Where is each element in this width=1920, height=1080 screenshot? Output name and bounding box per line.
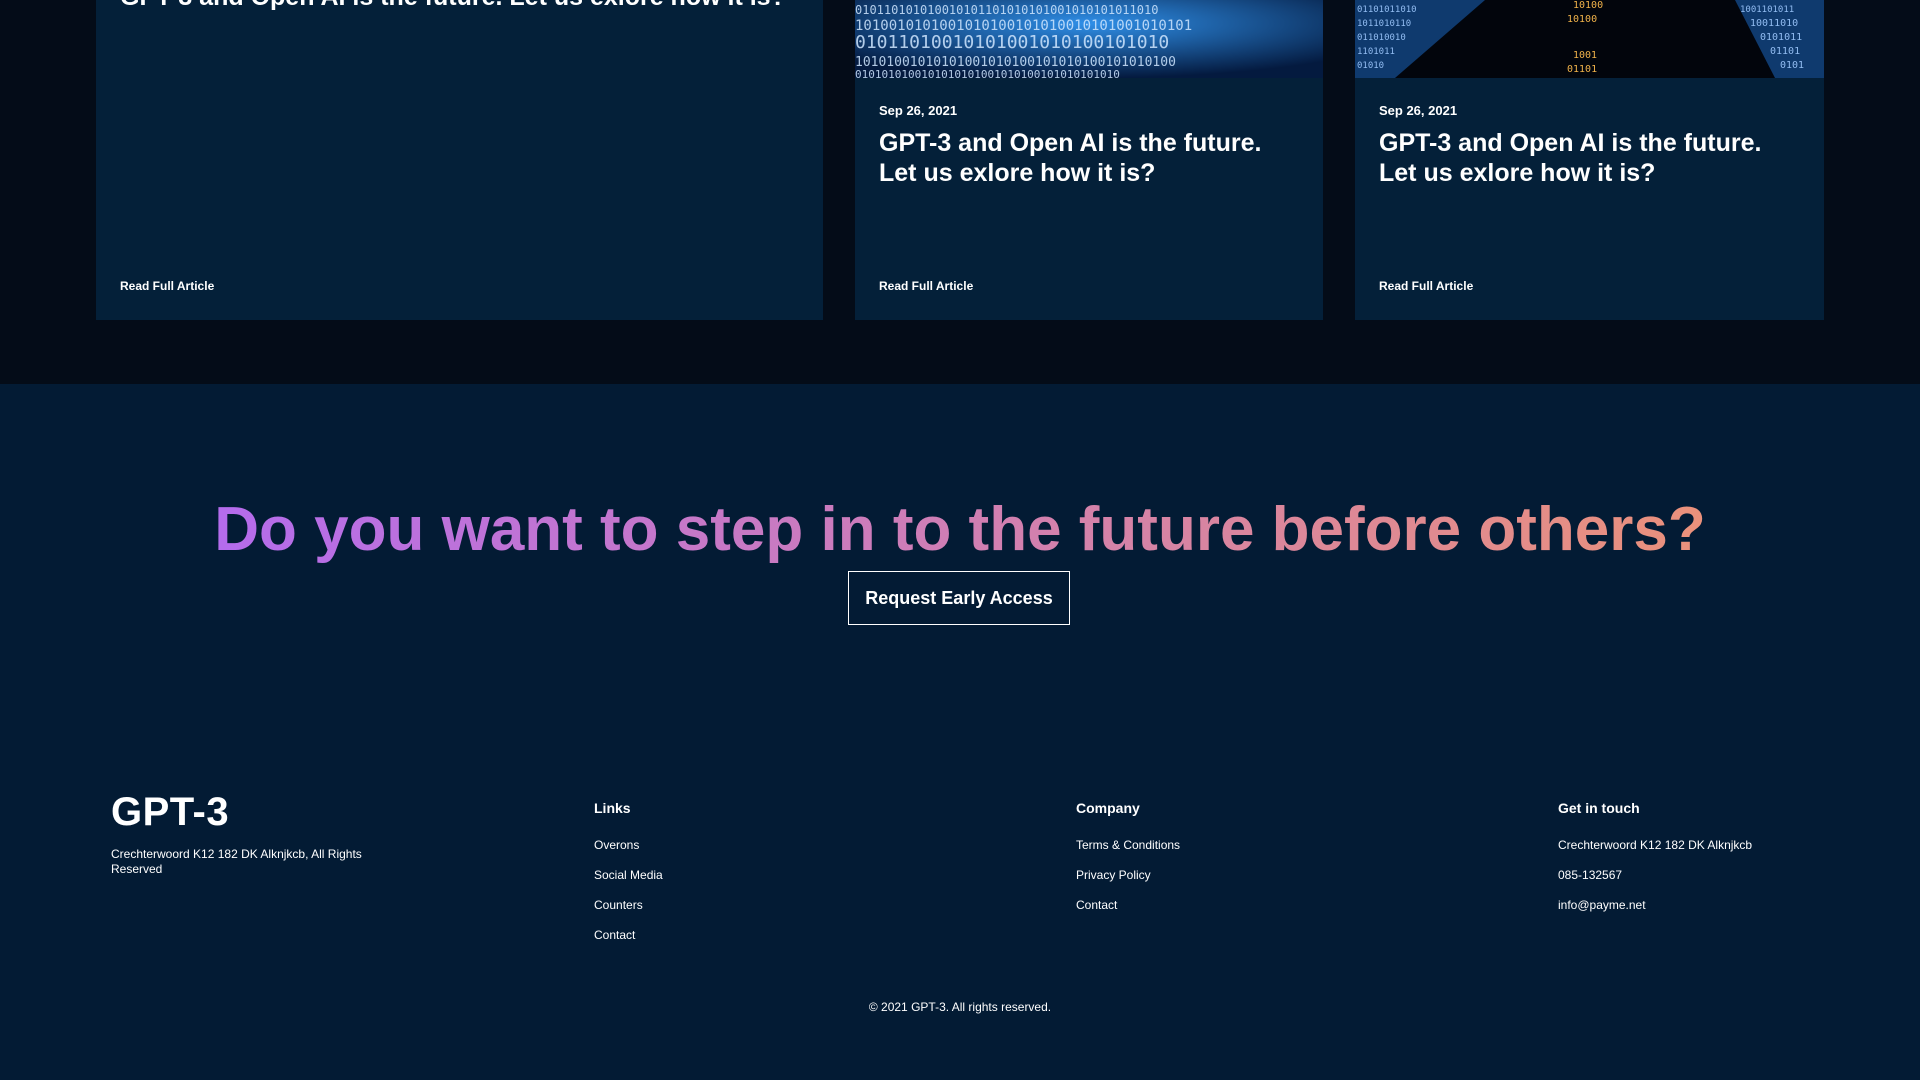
footer-link-counters[interactable]: Counters bbox=[594, 898, 663, 912]
footer-link-contact[interactable]: Contact bbox=[594, 928, 663, 942]
binary-code-image: 0101101010100101011010101010010101010110… bbox=[855, 0, 1323, 78]
svg-text:010110101010010101101010101001: 0101101010100101011010101010010101010110… bbox=[855, 3, 1158, 17]
footer-link-company-contact[interactable]: Contact bbox=[1076, 898, 1180, 912]
footer-contact-email[interactable]: info@payme.net bbox=[1558, 898, 1752, 912]
svg-text:10100: 10100 bbox=[1567, 14, 1597, 25]
svg-text:10100: 10100 bbox=[1573, 0, 1603, 11]
blog-card-title: GPT-3 and Open AI is the future. Let us … bbox=[879, 129, 1262, 187]
footer-link-privacy-policy[interactable]: Privacy Policy bbox=[1076, 868, 1180, 882]
footer-company-column: Company Terms & Conditions Privacy Polic… bbox=[1076, 800, 1180, 928]
footer-contact-heading: Get in touch bbox=[1558, 800, 1640, 816]
blog-card-title: GPT-3 and Open AI is the future. Let us … bbox=[120, 0, 820, 12]
svg-text:1001101011: 1001101011 bbox=[1740, 5, 1794, 15]
footer-links-column: Links Overons Social Media Counters Cont… bbox=[594, 800, 663, 958]
svg-text:011010010: 011010010 bbox=[1357, 33, 1406, 43]
svg-text:0101: 0101 bbox=[1780, 60, 1804, 71]
request-early-access-button[interactable]: Request Early Access bbox=[848, 571, 1070, 625]
footer-link-terms[interactable]: Terms & Conditions bbox=[1076, 838, 1180, 852]
footer-contact-phone: 085-132567 bbox=[1558, 868, 1623, 882]
svg-text:1101011: 1101011 bbox=[1357, 47, 1395, 57]
blog-section: GPT-3 and Open AI is the future. Let us … bbox=[0, 0, 1920, 384]
svg-text:1001: 1001 bbox=[1573, 50, 1597, 61]
footer-contact-column: Get in touch Crechterwoord K12 182 DK Al… bbox=[1558, 800, 1752, 928]
blog-card-title: GPT-3 and Open AI is the future. Let us … bbox=[1379, 129, 1762, 187]
svg-text:01010: 01010 bbox=[1357, 61, 1384, 71]
svg-text:0101011: 0101011 bbox=[1760, 32, 1802, 43]
footer-address: Crechterwoord K12 182 DK Alknjkcb, All R… bbox=[111, 847, 362, 876]
svg-text:010101010010101010100101010010: 0101010100101010101001010100101010101010 bbox=[855, 68, 1120, 78]
binary-code-image: 01101011010 1011010110 011010010 1101011… bbox=[1355, 0, 1824, 78]
footer-contact-address: Crechterwoord K12 182 DK Alknjkcb bbox=[1558, 838, 1753, 852]
svg-text:1011010110: 1011010110 bbox=[1357, 19, 1411, 29]
copyright-text: © 2021 GPT-3. All rights reserved. bbox=[868, 1000, 1052, 1014]
blog-card-main[interactable]: GPT-3 and Open AI is the future. Let us … bbox=[96, 0, 823, 320]
svg-text:01101: 01101 bbox=[1567, 64, 1597, 75]
footer-link-overons[interactable]: Overons bbox=[594, 838, 663, 852]
read-full-article-link[interactable]: Read Full Article bbox=[1379, 279, 1473, 293]
footer-link-social-media[interactable]: Social Media bbox=[594, 868, 663, 882]
svg-text:01011010010101001010100101010: 01011010010101001010100101010 bbox=[855, 32, 1169, 53]
read-full-article-link[interactable]: Read Full Article bbox=[879, 279, 973, 293]
svg-text:01101: 01101 bbox=[1770, 46, 1800, 57]
blog-card-date: Sep 26, 2021 bbox=[879, 103, 958, 118]
read-full-article-link[interactable]: Read Full Article bbox=[120, 279, 214, 293]
svg-text:10011010: 10011010 bbox=[1750, 18, 1798, 29]
svg-text:01101011010: 01101011010 bbox=[1357, 5, 1417, 15]
blog-card[interactable]: 01101011010 1011010110 011010010 1101011… bbox=[1355, 0, 1824, 320]
blog-card-date: Sep 26, 2021 bbox=[1379, 103, 1458, 118]
footer-company-heading: Company bbox=[1076, 800, 1140, 816]
blog-card[interactable]: 0101101010100101011010101010010101010110… bbox=[855, 0, 1323, 320]
cta-heading: Do you want to step in to the future bef… bbox=[0, 490, 1920, 570]
footer-logo[interactable]: GPT-3 bbox=[111, 790, 229, 835]
footer-links-heading: Links bbox=[594, 800, 631, 816]
